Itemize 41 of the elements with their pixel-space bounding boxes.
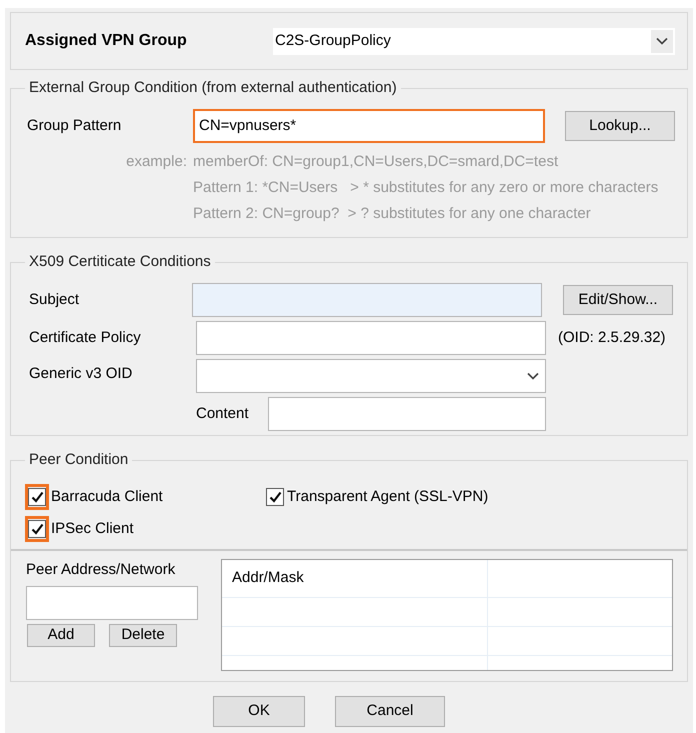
oid-dropdown[interactable] <box>196 359 546 393</box>
field-label: Subject <box>29 290 80 310</box>
checkbox-label: Transparent Agent (SSL-VPN) <box>287 486 488 507</box>
oid-note: (OID: 2.5.29.32) <box>558 328 666 348</box>
checkbox[interactable]: IPSec Client <box>25 516 265 542</box>
ok-button[interactable]: OK <box>213 696 305 727</box>
check-icon <box>30 523 44 535</box>
field-label: Generic v3 OID <box>29 364 134 384</box>
edit-show-button[interactable]: Edit/Show... <box>563 285 673 315</box>
checkbox[interactable]: Barracuda Client <box>25 484 265 510</box>
field-label: Assigned VPN Group <box>25 31 188 51</box>
policy-field[interactable] <box>196 321 546 355</box>
subject-field[interactable] <box>192 283 542 317</box>
example-text: Pattern 2: CN=group? > ? substitutes for any one character <box>193 204 592 224</box>
group-dropdown[interactable]: C2S-GroupPolicy <box>273 28 675 54</box>
field-label: Peer Address/Network <box>26 560 176 580</box>
group-title: External Group Condition (from external authentication) <box>25 78 401 98</box>
checkbox-box[interactable] <box>28 488 46 506</box>
check-icon <box>30 491 44 503</box>
checkbox[interactable]: Transparent Agent (SSL-VPN) <box>265 486 488 508</box>
example-text: Pattern 1: *CN=Users > * substitutes for any zero or more characters <box>193 178 658 198</box>
checkbox-label: IPSec Client <box>51 518 134 539</box>
cancel-button[interactable]: Cancel <box>335 696 445 727</box>
content-field[interactable] <box>268 397 546 431</box>
checkbox-label: Barracuda Client <box>51 486 163 507</box>
lookup-button[interactable]: Lookup... <box>565 111 675 141</box>
example-text: memberOf: CN=group1,CN=Users,DC=smard,DC=test <box>193 152 560 172</box>
field-label: Group Pattern <box>27 116 122 136</box>
checkbox-box[interactable] <box>266 488 284 506</box>
field-label: Content <box>196 404 250 424</box>
address-field[interactable] <box>26 586 198 620</box>
add-button[interactable]: Add <box>27 624 95 646</box>
pattern-field[interactable]: CN=vpnusers* <box>193 109 545 143</box>
example-label: example: <box>125 152 188 172</box>
checkbox-box[interactable] <box>28 520 46 538</box>
delete-button[interactable]: Delete <box>109 624 177 646</box>
chevron-down-icon <box>656 37 668 45</box>
chevron-down-icon <box>527 372 539 380</box>
field-label: Certificate Policy <box>29 328 142 348</box>
column-header[interactable]: Addr/Mask <box>222 560 488 597</box>
check-icon <box>268 491 282 503</box>
